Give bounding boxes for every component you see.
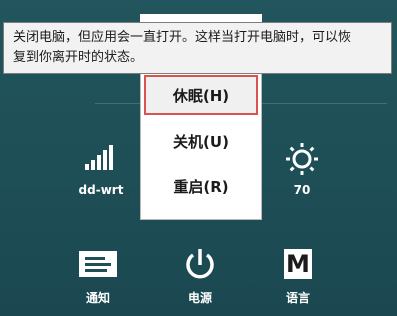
network-label: dd-wrt — [78, 183, 124, 197]
wifi-signal-icon — [85, 145, 113, 170]
notifications-icon — [79, 251, 117, 277]
menu-item-restart[interactable]: 重启(R) — [144, 168, 258, 208]
power-button[interactable]: 电源 — [165, 248, 235, 310]
menu-item-shutdown[interactable]: 关机(U) — [144, 123, 258, 163]
language-button[interactable]: M 语言 — [263, 248, 333, 310]
brightness-icon — [286, 143, 318, 175]
tooltip-line-1: 关闭电脑，但应用会一直打开。这样当打开电脑时，可以恢 — [13, 30, 352, 45]
menu-item-sleep[interactable]: 休眠(H) — [144, 75, 258, 115]
power-label: 电源 — [187, 291, 212, 305]
power-menu: 休眠(H) 关机(U) 重启(R) — [140, 68, 262, 220]
keyboard-icon: M — [284, 249, 312, 279]
brightness-button[interactable]: 70 — [267, 140, 337, 206]
notifications-label: 通知 — [85, 291, 110, 305]
brightness-value: 70 — [293, 183, 311, 197]
power-icon — [186, 249, 214, 279]
notifications-button[interactable]: 通知 — [63, 248, 133, 310]
network-button[interactable]: dd-wrt — [66, 140, 136, 206]
sleep-tooltip: 关闭电脑，但应用会一直打开。这样当打开电脑时，可以恢 复到你离开时的状态。 — [3, 22, 392, 74]
language-label: 语言 — [285, 291, 310, 305]
language-glyph: M — [286, 250, 310, 278]
tooltip-line-2: 复到你离开时的状态。 — [13, 50, 144, 65]
